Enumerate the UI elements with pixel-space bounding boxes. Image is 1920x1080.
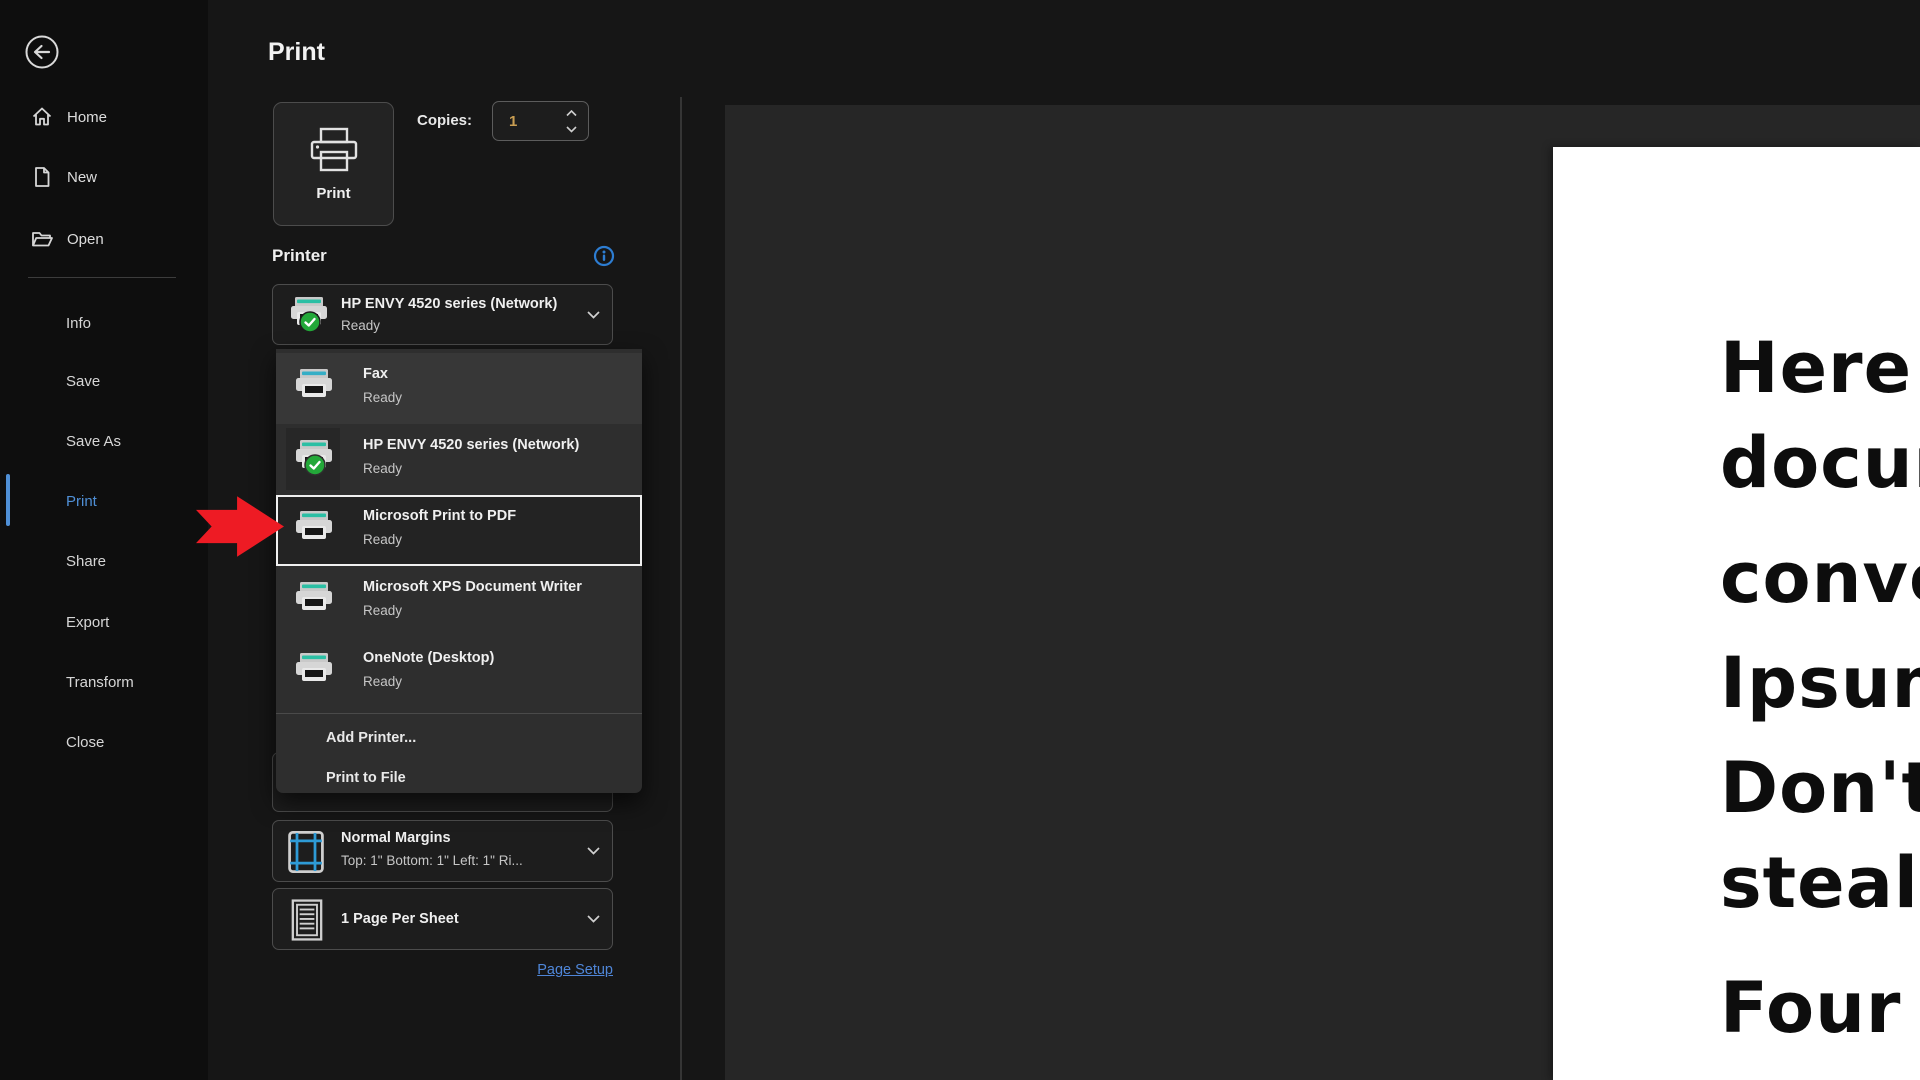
green-check-badge-icon (299, 311, 321, 333)
red-annotation-arrow (196, 496, 284, 557)
back-button[interactable] (24, 34, 60, 70)
chevron-down-icon (565, 125, 577, 133)
page-text-line: Don't (1720, 747, 1920, 829)
page-text-line: docum (1720, 422, 1920, 504)
new-document-icon (35, 167, 50, 187)
printer-option-name: HP ENVY 4520 series (Network) (363, 437, 580, 453)
pages-per-sheet-value: 1 Page Per Sheet (341, 911, 459, 927)
printer-option-status: Ready (363, 603, 403, 618)
printer-option-microsoft-xps[interactable]: Microsoft XPS Document Writer Ready (276, 566, 642, 637)
copies-increment-button[interactable] (563, 106, 579, 120)
open-folder-icon (32, 232, 53, 247)
sidebar-item-label: Transform (66, 673, 134, 691)
sidebar-item-save-as[interactable]: Save As (0, 426, 208, 456)
sidebar-item-info[interactable]: Info (0, 308, 208, 338)
printer-option-fax[interactable]: Fax Ready (276, 353, 642, 424)
sidebar-item-open[interactable]: Open (0, 222, 208, 256)
printer-icon (296, 511, 332, 539)
printer-option-status: Ready (363, 390, 403, 405)
printer-option-name: Fax (363, 366, 388, 382)
sidebar-item-label: Print (66, 492, 97, 510)
print-button-label: Print (316, 184, 351, 202)
copies-label: Copies: (417, 112, 473, 129)
printer-section-label: Printer (272, 246, 327, 265)
printer-option-status: Ready (363, 674, 403, 689)
printer-option-status: Ready (363, 532, 403, 547)
page-setup-link[interactable]: Page Setup (520, 962, 613, 978)
printer-option-status: Ready (363, 461, 403, 476)
sidebar-item-label: Close (66, 733, 105, 751)
sidebar-item-export[interactable]: Export (0, 607, 208, 637)
panel-divider (680, 97, 682, 1080)
printer-dropdown-menu: Fax Ready HP ENVY 4520 series (Network) … (276, 349, 642, 793)
margins-subtitle: Top: 1" Bottom: 1" Left: 1" Ri... (341, 853, 523, 868)
printer-option-hp-envy[interactable]: HP ENVY 4520 series (Network) Ready (276, 424, 642, 495)
printer-option-onenote[interactable]: OneNote (Desktop) Ready (276, 637, 642, 708)
sidebar-item-label: New (67, 168, 98, 186)
print-button[interactable]: Print (273, 102, 394, 226)
sidebar-item-transform[interactable]: Transform (0, 667, 208, 697)
print-to-file-item[interactable]: Print to File (276, 760, 642, 800)
home-icon (32, 107, 52, 126)
printer-option-microsoft-print-to-pdf[interactable]: Microsoft Print to PDF Ready (276, 495, 642, 566)
active-item-indicator (6, 474, 10, 526)
page-text-line: conve (1720, 537, 1920, 619)
pages-per-sheet-select[interactable]: 1 Page Per Sheet (272, 888, 613, 950)
copies-input[interactable] (509, 109, 549, 133)
selected-printer-name: HP ENVY 4520 series (Network) (341, 296, 558, 312)
sidebar-item-label: Export (66, 613, 110, 631)
selected-printer-status: Ready (341, 318, 381, 333)
backstage-sidebar: Home New Open Info Save Save As Print Sh… (0, 0, 208, 1080)
printer-option-name: Microsoft XPS Document Writer (363, 579, 582, 595)
printer-icon (296, 582, 332, 610)
sidebar-item-label: Info (66, 314, 92, 332)
sidebar-item-home[interactable]: Home (0, 100, 208, 134)
add-printer-item[interactable]: Add Printer... (276, 720, 642, 760)
green-check-badge-icon (304, 454, 326, 476)
sidebar-item-label: Save (66, 372, 101, 390)
sidebar-divider (28, 277, 176, 278)
back-circle-arrow-icon (25, 35, 59, 69)
margins-icon (288, 831, 324, 873)
margins-title: Normal Margins (341, 830, 451, 846)
sidebar-item-close[interactable]: Close (0, 727, 208, 757)
page-per-sheet-icon (291, 899, 323, 941)
page-title: Print (268, 38, 325, 66)
sidebar-item-label: Share (66, 552, 107, 570)
printer-icon (296, 653, 332, 681)
copies-stepper (492, 101, 589, 141)
dropdown-divider (276, 713, 642, 714)
document-preview-page: Here docum conve Ipsum Don't steal Four (1553, 147, 1920, 1080)
page-text-line: steal (1720, 842, 1919, 924)
printer-select[interactable]: HP ENVY 4520 series (Network) Ready (272, 284, 613, 345)
sidebar-item-save[interactable]: Save (0, 366, 208, 396)
printer-outline-icon (310, 127, 357, 171)
add-printer-label: Add Printer... (326, 730, 417, 746)
page-text-line: Four (1720, 967, 1902, 1049)
page-text-line: Here (1720, 327, 1913, 409)
sidebar-item-label: Home (67, 108, 108, 126)
chevron-down-icon (587, 915, 600, 923)
chevron-down-icon (587, 310, 600, 319)
printer-option-name: Microsoft Print to PDF (363, 508, 517, 524)
page-text-line: Ipsum (1720, 642, 1920, 724)
chevron-down-icon (587, 847, 600, 855)
copies-decrement-button[interactable] (563, 122, 579, 136)
sidebar-item-new[interactable]: New (0, 160, 208, 194)
info-icon[interactable] (592, 244, 616, 268)
printer-option-name: OneNote (Desktop) (363, 650, 495, 666)
chevron-up-icon (565, 109, 577, 116)
sidebar-item-label: Open (67, 230, 104, 248)
sidebar-item-share[interactable]: Share (0, 546, 208, 576)
printer-icon (296, 369, 332, 397)
margins-select[interactable]: Normal Margins Top: 1" Bottom: 1" Left: … (272, 820, 613, 882)
print-to-file-label: Print to File (326, 770, 406, 786)
sidebar-item-print[interactable]: Print (0, 486, 208, 516)
print-preview-pane: Here docum conve Ipsum Don't steal Four (725, 105, 1920, 1080)
sidebar-item-label: Save As (66, 432, 122, 450)
